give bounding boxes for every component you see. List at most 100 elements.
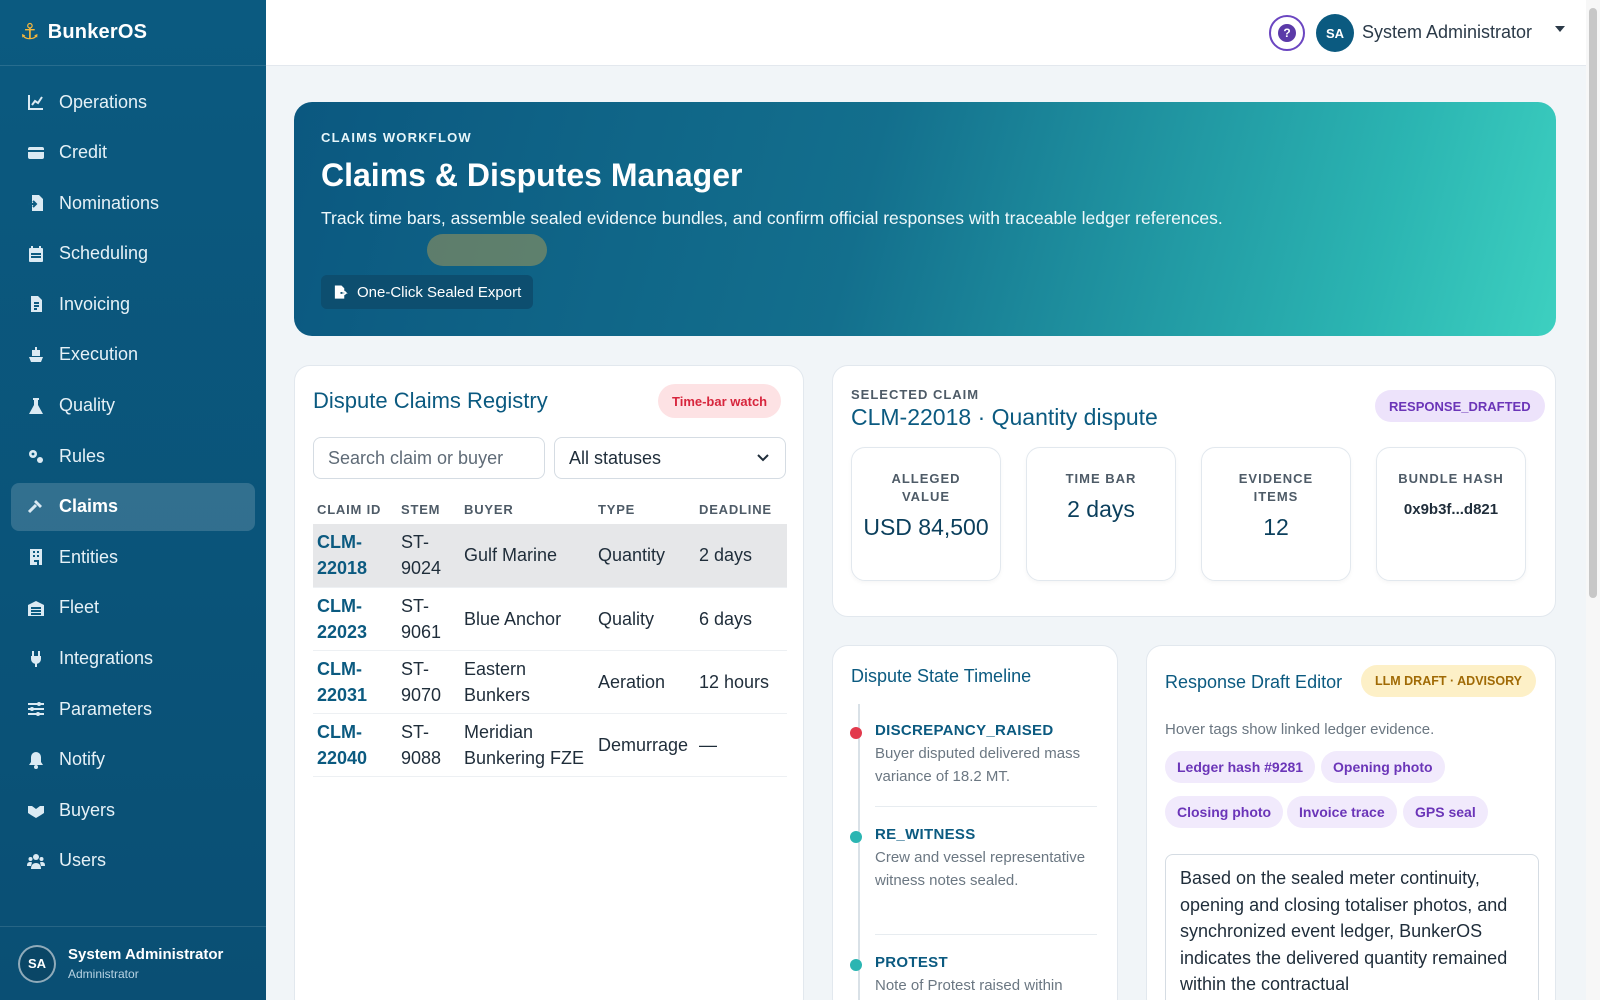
editor-hint: Hover tags show linked ledger evidence.	[1165, 721, 1435, 738]
sidebar-item-buyers[interactable]: Buyers	[11, 786, 255, 834]
cell-type: Quality	[594, 587, 695, 651]
help-icon: ?	[1278, 24, 1296, 42]
metric-value: 12	[1263, 514, 1289, 540]
chart-line-icon	[25, 91, 47, 113]
time-bar-watch-badge: Time-bar watch	[658, 384, 782, 418]
claim-status-badge: RESPONSE_DRAFTED	[1375, 390, 1545, 422]
table-header-row: CLAIM ID STEM BUYER TYPE DEADLINE	[313, 494, 787, 524]
response-draft-textarea[interactable]: Based on the sealed meter continuity, op…	[1165, 854, 1539, 1000]
page-title: Claims & Disputes Manager	[321, 157, 743, 193]
sidebar-item-label: Buyers	[59, 799, 116, 820]
cell-deadline: 2 days	[695, 524, 787, 588]
sidebar-item-label: Users	[59, 850, 107, 871]
cell-deadline: 12 hours	[695, 650, 787, 714]
claims-registry-panel: Dispute Claims Registry Time-bar watch A…	[294, 365, 804, 1000]
table-row[interactable]: CLM-22023 ST-9061 Blue Anchor Quality 6 days	[313, 587, 787, 651]
metric-label: BUNDLE HASH	[1398, 471, 1504, 486]
timeline-dot	[850, 727, 862, 739]
cell-deadline: 6 days	[695, 587, 787, 651]
metric-label: TIME BAR	[1065, 471, 1137, 486]
warehouse-icon	[25, 597, 47, 619]
sidebar-item-entities[interactable]: Entities	[11, 533, 255, 581]
sidebar-user[interactable]: SA System Administrator Administrator	[0, 926, 266, 1000]
handshake-icon	[25, 799, 47, 821]
sidebar-item-label: Scheduling	[59, 243, 149, 264]
sidebar-item-nominations[interactable]: Nominations	[11, 179, 255, 227]
user-menu-name[interactable]: System Administrator	[1362, 22, 1532, 43]
evidence-tag[interactable]: GPS seal	[1403, 796, 1488, 828]
sidebar-item-label: Operations	[59, 91, 148, 112]
cell-stem: ST-9070	[397, 650, 460, 714]
evidence-tag[interactable]: Closing photo	[1165, 796, 1284, 828]
response-editor-panel: Response Draft Editor LLM DRAFT · ADVISO…	[1146, 645, 1556, 1000]
timeline-dot	[850, 959, 862, 971]
selected-claim-title: CLM-22018 · Quantity dispute	[851, 404, 1158, 430]
status-filter-select[interactable]: All statuses	[554, 437, 786, 479]
sidebar-user-role: Administrator	[68, 967, 139, 981]
metric-card: BUNDLE HASH 0x9b3f...d821	[1376, 447, 1526, 581]
cell-id[interactable]: CLM-22018	[313, 524, 397, 588]
claim-search-input[interactable]	[313, 437, 545, 479]
evidence-tag[interactable]: Invoice trace	[1287, 796, 1397, 828]
ship-icon	[25, 344, 47, 366]
sidebar-item-label: Claims	[59, 496, 119, 517]
column-header: STEM	[401, 501, 441, 517]
metric-card: ALLEGED VALUE USD 84,500	[851, 447, 1001, 581]
sidebar-item-quality[interactable]: Quality	[11, 382, 255, 430]
timeline-state: RE_WITNESS	[875, 826, 976, 843]
sidebar-item-credit[interactable]: Credit	[11, 129, 255, 177]
cell-id[interactable]: CLM-22040	[313, 713, 397, 777]
sidebar-item-label: Parameters	[59, 698, 153, 719]
sidebar-item-label: Execution	[59, 344, 139, 365]
sidebar-item-label: Quality	[59, 395, 116, 416]
file-invoice-icon	[25, 293, 47, 315]
sidebar-item-scheduling[interactable]: Scheduling	[11, 230, 255, 278]
cell-id[interactable]: CLM-22023	[313, 587, 397, 651]
evidence-tag[interactable]: Opening photo	[1321, 751, 1445, 783]
cell-deadline: —	[695, 713, 787, 777]
evidence-tag[interactable]: Ledger hash #9281	[1165, 751, 1316, 783]
cell-id[interactable]: CLM-22031	[313, 650, 397, 714]
sidebar-nav: Operations Credit Nominations Scheduling Inv…	[0, 66, 266, 885]
cell-type: Quantity	[594, 524, 695, 588]
table-row[interactable]: CLM-22031 ST-9070 Eastern Bunkers Aeration 1…	[313, 650, 787, 714]
sidebar-item-execution[interactable]: Execution	[11, 331, 255, 379]
sidebar-item-invoicing[interactable]: Invoicing	[11, 280, 255, 328]
sidebar-item-claims[interactable]: Claims	[11, 482, 255, 531]
sidebar-item-fleet[interactable]: Fleet	[11, 584, 255, 632]
column-header: TYPE	[598, 501, 636, 517]
scrollbar-thumb[interactable]	[1589, 8, 1597, 598]
metric-value: USD 84,500	[863, 514, 989, 540]
cell-buyer: Meridian Bunkering FZE	[460, 713, 594, 777]
sidebar-item-integrations[interactable]: Integrations	[11, 635, 255, 683]
flask-icon	[25, 395, 47, 417]
timeline-title: Dispute State Timeline	[851, 666, 1032, 686]
timeline-item: RE_WITNESS Crew and vessel representative…	[850, 826, 1097, 892]
page-scrollbar[interactable]	[1586, 0, 1600, 1000]
sidebar-item-operations[interactable]: Operations	[11, 78, 255, 126]
chevron-down-icon	[757, 454, 769, 462]
sidebar-item-label: Credit	[59, 142, 108, 163]
cell-type: Aeration	[594, 650, 695, 714]
sidebar-item-users[interactable]: Users	[11, 837, 255, 885]
sealed-export-button[interactable]: One-Click Sealed Export	[321, 275, 534, 309]
table-row[interactable]: CLM-22040 ST-9088 Meridian Bunkering FZE De…	[313, 713, 787, 777]
help-button[interactable]: ?	[1269, 15, 1305, 51]
column-header: BUYER	[464, 501, 514, 517]
calendar-icon	[25, 243, 47, 265]
status-filter-value: All statuses	[569, 447, 662, 468]
timeline-dot	[850, 831, 862, 843]
sidebar-item-notify[interactable]: Notify	[11, 736, 255, 784]
gavel-icon	[25, 496, 47, 518]
sidebar-item-label: Integrations	[59, 648, 154, 669]
caret-down-icon[interactable]	[1555, 26, 1565, 32]
sidebar-item-rules[interactable]: Rules	[11, 432, 255, 480]
table-row[interactable]: CLM-22018 ST-9024 Gulf Marine Quantity 2 day…	[313, 524, 787, 588]
llm-draft-badge: LLM DRAFT · ADVISORY	[1361, 665, 1536, 697]
cell-stem: ST-9024	[397, 524, 460, 588]
hero-eyebrow: CLAIMS WORKFLOW	[321, 130, 472, 145]
user-avatar[interactable]: SA	[1316, 14, 1354, 52]
timeline-item: DISCREPANCY_RAISED Buyer disputed deliver…	[850, 722, 1097, 788]
sidebar-item-parameters[interactable]: Parameters	[11, 685, 255, 733]
brand[interactable]: ⚓ BunkerOS	[0, 0, 266, 66]
